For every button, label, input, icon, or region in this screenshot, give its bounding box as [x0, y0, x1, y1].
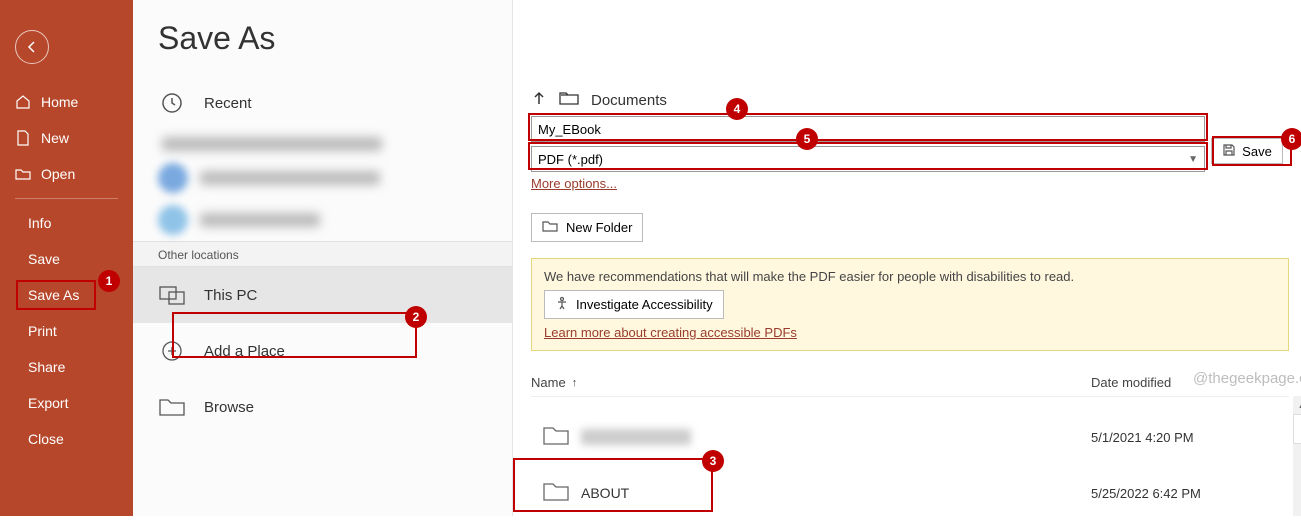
sidebar-divider — [15, 198, 118, 199]
folder-icon — [158, 393, 186, 421]
scrollbar[interactable]: ▲ — [1293, 396, 1301, 516]
save-main-panel: Documents PDF (*.pdf) ▼ More options... … — [513, 0, 1301, 516]
back-button[interactable] — [15, 30, 49, 64]
location-panel: Save As Recent Other locations This PC A… — [133, 0, 513, 516]
location-label: Browse — [204, 399, 254, 416]
folder-icon — [542, 424, 570, 451]
pc-icon — [158, 281, 186, 309]
arrow-left-icon — [24, 39, 40, 55]
location-browse[interactable]: Browse — [133, 379, 512, 435]
nav-label: Close — [28, 431, 64, 447]
file-name: ABOUT — [581, 485, 1091, 501]
location-label: Recent — [204, 95, 252, 112]
nav-close[interactable]: Close — [0, 421, 133, 457]
nav-open[interactable]: Open — [0, 156, 133, 192]
breadcrumb: Documents — [531, 90, 1289, 110]
scrollbar-thumb[interactable] — [1293, 414, 1301, 444]
nav-info[interactable]: Info — [0, 205, 133, 241]
up-icon[interactable] — [531, 90, 547, 110]
file-date: 5/1/2021 4:20 PM — [1091, 430, 1194, 445]
nav-label: New — [41, 130, 69, 146]
location-label: Add a Place — [204, 343, 285, 360]
file-row[interactable]: ABOUT 5/25/2022 6:42 PM — [531, 465, 1289, 521]
new-folder-button[interactable]: New Folder — [531, 213, 643, 242]
nav-print[interactable]: Print — [0, 313, 133, 349]
location-label: This PC — [204, 287, 257, 304]
folder-open-icon — [15, 166, 31, 182]
clock-icon — [158, 89, 186, 117]
nav-new[interactable]: New — [0, 120, 133, 156]
backstage-sidebar: Home New Open Info Save Save As Print Sh… — [0, 0, 133, 516]
nav-label: Save — [28, 251, 60, 267]
badge-2: 2 — [405, 306, 427, 328]
watermark: @thegeekpage.com — [1193, 370, 1301, 387]
document-icon — [15, 130, 31, 146]
location-add-place[interactable]: Add a Place — [133, 323, 512, 379]
add-place-icon — [158, 337, 186, 365]
file-list-header: Name ↑ Date modified — [531, 375, 1289, 397]
breadcrumb-label[interactable]: Documents — [591, 92, 667, 109]
learn-more-link[interactable]: Learn more about creating accessible PDF… — [544, 325, 1276, 340]
nav-export[interactable]: Export — [0, 385, 133, 421]
badge-6: 6 — [1281, 128, 1301, 150]
investigate-accessibility-button[interactable]: Investigate Accessibility — [544, 290, 724, 319]
nav-label: Open — [41, 166, 75, 182]
folder-icon — [542, 480, 570, 507]
blurred-account-2 — [133, 157, 512, 199]
accessibility-banner: We have recommendations that will make t… — [531, 258, 1289, 351]
other-locations-header: Other locations — [133, 241, 512, 267]
file-list: 5/1/2021 4:20 PM ABOUT 5/25/2022 6:42 PM — [531, 409, 1289, 521]
blurred-account-1 — [133, 131, 512, 157]
file-row[interactable]: 5/1/2021 4:20 PM — [531, 409, 1289, 465]
nav-home[interactable]: Home — [0, 84, 133, 120]
accessibility-message: We have recommendations that will make t… — [544, 269, 1276, 284]
folder-open-icon — [559, 90, 579, 110]
nav-share[interactable]: Share — [0, 349, 133, 385]
blurred-filename — [581, 429, 691, 445]
nav-label: Home — [41, 94, 78, 110]
filename-input[interactable] — [531, 116, 1205, 142]
location-this-pc[interactable]: This PC — [133, 267, 512, 323]
badge-1: 1 — [98, 270, 120, 292]
sort-arrow-up-icon: ↑ — [572, 377, 578, 389]
blurred-account-3 — [133, 199, 512, 241]
nav-label: Share — [28, 359, 65, 375]
new-folder-icon — [542, 219, 558, 236]
more-options-link[interactable]: More options... — [531, 176, 617, 191]
filetype-select[interactable]: PDF (*.pdf) ▼ — [531, 146, 1205, 172]
name-column-header[interactable]: Name ↑ — [531, 375, 1091, 390]
accessibility-icon — [555, 296, 569, 313]
chevron-down-icon: ▼ — [1188, 154, 1198, 165]
nav-label: Export — [28, 395, 68, 411]
investigate-label: Investigate Accessibility — [576, 297, 713, 312]
save-icon — [1222, 143, 1236, 160]
new-folder-label: New Folder — [566, 220, 632, 235]
file-date: 5/25/2022 6:42 PM — [1091, 486, 1201, 501]
badge-4: 4 — [726, 98, 748, 120]
nav-label: Print — [28, 323, 57, 339]
filetype-value: PDF (*.pdf) — [538, 152, 603, 167]
nav-label: Info — [28, 215, 51, 231]
badge-3: 3 — [702, 450, 724, 472]
location-recent[interactable]: Recent — [133, 75, 512, 131]
page-title: Save As — [133, 20, 512, 75]
save-button-label: Save — [1242, 144, 1272, 159]
scroll-up-icon[interactable]: ▲ — [1293, 396, 1301, 414]
badge-5: 5 — [796, 128, 818, 150]
home-icon — [15, 94, 31, 110]
nav-label: Save As — [28, 287, 79, 303]
save-button[interactable]: Save — [1211, 138, 1283, 164]
